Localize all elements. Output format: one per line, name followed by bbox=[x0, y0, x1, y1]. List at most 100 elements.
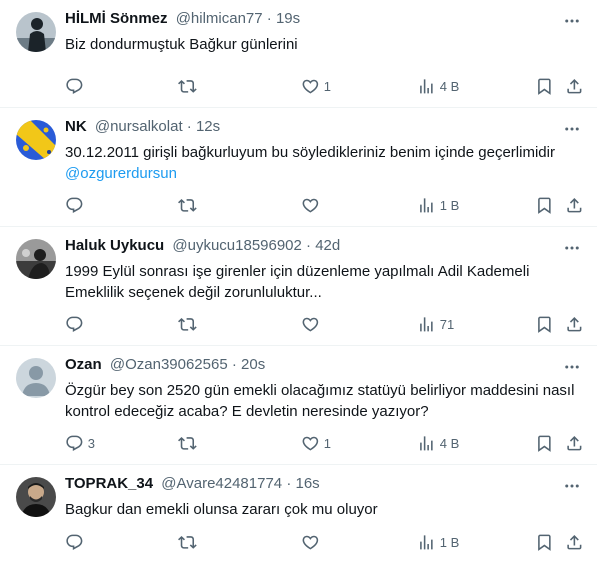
user-handle[interactable]: @Avare42481774 bbox=[161, 475, 282, 492]
share-icon bbox=[567, 197, 582, 213]
separator-dot: · bbox=[266, 10, 272, 27]
more-options-icon[interactable] bbox=[561, 356, 583, 378]
reply-icon bbox=[66, 534, 83, 550]
bookmark-button[interactable] bbox=[535, 194, 554, 216]
heart-icon bbox=[302, 317, 319, 332]
like-button[interactable] bbox=[301, 194, 324, 216]
reply-button[interactable] bbox=[65, 531, 88, 553]
action-bar: 3 1 4 B bbox=[65, 432, 585, 454]
tweet[interactable]: HİLMİ Sönmez @hilmican77 · 19s Biz dondu… bbox=[0, 0, 597, 108]
tweet-header: Ozan @Ozan39062565 · 20s bbox=[65, 354, 557, 376]
action-bar: 71 bbox=[65, 313, 585, 335]
reply-count: 3 bbox=[87, 435, 95, 451]
user-handle[interactable]: @nursalkolat bbox=[95, 118, 183, 135]
heart-icon bbox=[302, 79, 319, 94]
bookmark-icon bbox=[538, 435, 551, 452]
more-options-icon[interactable] bbox=[561, 237, 583, 259]
bookmark-icon bbox=[538, 78, 551, 95]
separator-dot: · bbox=[306, 237, 312, 254]
like-button[interactable] bbox=[301, 531, 324, 553]
avatar[interactable] bbox=[16, 239, 56, 279]
timestamp[interactable]: 42d bbox=[315, 237, 340, 254]
blue-yellow-flag-avatar-icon bbox=[16, 120, 56, 160]
views-icon bbox=[420, 197, 433, 213]
more-options-icon[interactable] bbox=[561, 475, 583, 497]
display-name[interactable]: Haluk Uykucu bbox=[65, 237, 164, 254]
avatar[interactable] bbox=[16, 477, 56, 517]
timestamp[interactable]: 19s bbox=[276, 10, 300, 27]
view-count: 4 B bbox=[439, 435, 460, 451]
bookmark-button[interactable] bbox=[535, 432, 554, 454]
views-icon bbox=[420, 435, 433, 451]
reply-button[interactable] bbox=[65, 194, 88, 216]
retweet-button[interactable] bbox=[178, 531, 201, 553]
mention-link[interactable]: @ozgurerdursun bbox=[65, 163, 581, 184]
user-handle[interactable]: @hilmican77 bbox=[176, 10, 263, 27]
like-button[interactable] bbox=[301, 313, 324, 335]
tweet[interactable]: Haluk Uykucu @uykucu18596902 · 42d 1999 … bbox=[0, 227, 597, 346]
heart-icon bbox=[302, 436, 319, 451]
display-name[interactable]: Ozan bbox=[65, 356, 102, 373]
views-button[interactable]: 71 bbox=[417, 313, 454, 335]
share-button[interactable] bbox=[565, 432, 584, 454]
bookmark-icon bbox=[538, 316, 551, 333]
bookmark-icon bbox=[538, 197, 551, 214]
heart-icon bbox=[302, 198, 319, 213]
reply-button[interactable] bbox=[65, 313, 88, 335]
tweet[interactable]: NK @nursalkolat · 12s 30.12.2011 girişli… bbox=[0, 108, 597, 227]
separator-dot: · bbox=[286, 475, 292, 492]
reply-icon bbox=[66, 316, 83, 332]
avatar[interactable] bbox=[16, 358, 56, 398]
display-name[interactable]: NK bbox=[65, 118, 87, 135]
reply-button[interactable]: 3 bbox=[65, 432, 95, 454]
grayscale-photo-avatar-icon bbox=[16, 239, 56, 279]
action-bar: 1 4 B bbox=[65, 75, 585, 97]
bookmark-icon bbox=[538, 534, 551, 551]
retweet-button[interactable] bbox=[178, 432, 201, 454]
dark-figure-avatar-icon bbox=[16, 12, 56, 52]
share-button[interactable] bbox=[565, 313, 584, 335]
tweet-text: 1999 Eylül sonrası işe girenler için düz… bbox=[65, 261, 581, 303]
tweet-text-content: Biz dondurmuştuk Bağkur günlerini bbox=[65, 36, 298, 53]
timestamp[interactable]: 20s bbox=[241, 356, 265, 373]
timestamp[interactable]: 16s bbox=[296, 475, 320, 492]
tweet-header: Haluk Uykucu @uykucu18596902 · 42d bbox=[65, 235, 557, 257]
timestamp[interactable]: 12s bbox=[196, 118, 220, 135]
views-button[interactable]: 1 B bbox=[417, 531, 459, 553]
reply-button[interactable] bbox=[65, 75, 88, 97]
views-button[interactable]: 1 B bbox=[417, 194, 459, 216]
retweet-button[interactable] bbox=[178, 313, 201, 335]
share-button[interactable] bbox=[565, 75, 584, 97]
like-button[interactable]: 1 bbox=[301, 432, 331, 454]
display-name[interactable]: HİLMİ Sönmez bbox=[65, 10, 168, 27]
like-count: 1 bbox=[323, 435, 331, 451]
share-icon bbox=[567, 316, 582, 332]
views-button[interactable]: 4 B bbox=[417, 432, 459, 454]
like-button[interactable]: 1 bbox=[301, 75, 331, 97]
views-button[interactable]: 4 B bbox=[417, 75, 459, 97]
tweet[interactable]: TOPRAK_34 @Avare42481774 · 16s Bagkur da… bbox=[0, 465, 597, 565]
retweet-button[interactable] bbox=[178, 194, 201, 216]
bookmark-button[interactable] bbox=[535, 531, 554, 553]
avatar[interactable] bbox=[16, 120, 56, 160]
bookmark-button[interactable] bbox=[535, 75, 554, 97]
user-handle[interactable]: @Ozan39062565 bbox=[110, 356, 228, 373]
tweet-text: Özgür bey son 2520 gün emekli olacağımız… bbox=[65, 380, 581, 422]
more-options-icon[interactable] bbox=[561, 10, 583, 32]
more-options-icon[interactable] bbox=[561, 118, 583, 140]
reply-feed: HİLMİ Sönmez @hilmican77 · 19s Biz dondu… bbox=[0, 0, 597, 565]
retweet-button[interactable] bbox=[178, 75, 201, 97]
share-button[interactable] bbox=[565, 531, 584, 553]
separator-dot: · bbox=[231, 356, 237, 373]
bookmark-button[interactable] bbox=[535, 313, 554, 335]
avatar[interactable] bbox=[16, 12, 56, 52]
tweet-header: TOPRAK_34 @Avare42481774 · 16s bbox=[65, 473, 557, 495]
share-icon bbox=[567, 435, 582, 451]
action-bar: 1 B bbox=[65, 531, 585, 553]
display-name[interactable]: TOPRAK_34 bbox=[65, 475, 153, 492]
tweet[interactable]: Ozan @Ozan39062565 · 20s Özgür bey son 2… bbox=[0, 346, 597, 465]
user-handle[interactable]: @uykucu18596902 bbox=[172, 237, 302, 254]
man-portrait-avatar-icon bbox=[16, 477, 56, 517]
tweet-header: NK @nursalkolat · 12s bbox=[65, 116, 557, 138]
share-button[interactable] bbox=[565, 194, 584, 216]
